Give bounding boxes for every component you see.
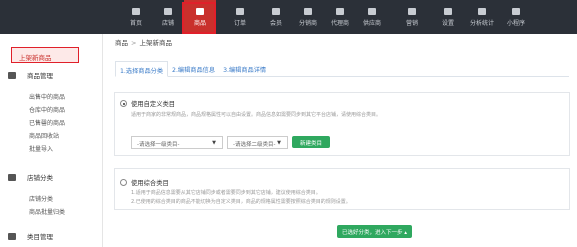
sidebar-group-category-management[interactable]: 类目管理 — [8, 231, 53, 241]
top-navbar: 首页 店铺 商品 订单 会员 分销商 代理商 供应商 营销 设置 分析统计 小程… — [0, 0, 577, 34]
supplier-icon — [368, 7, 376, 15]
sidebar-group-store-category[interactable]: 店铺分类 — [8, 172, 53, 182]
goods-icon — [8, 71, 16, 79]
member-icon — [272, 7, 280, 15]
miniprogram-icon — [512, 7, 520, 15]
gear-icon — [444, 7, 452, 15]
home-icon — [132, 7, 140, 15]
category-icon — [8, 173, 16, 181]
custom-category-desc: 适用于商家的非常规商品，商品规格属性可以自由设置。商品信息如需要同步到其它平台店… — [131, 112, 382, 118]
nav-item-members[interactable]: 会员 — [260, 0, 292, 34]
nav-item-store[interactable]: 店铺 — [152, 0, 184, 34]
tab-select-category[interactable]: 1.选择商品分类 — [115, 61, 169, 77]
sidebar-item-batch-import[interactable]: 批量导入 — [29, 144, 53, 153]
second-level-category-select[interactable]: -请选择二级类目- ▼ — [227, 136, 288, 149]
sidebar-item-batch-categorize[interactable]: 商品批量归类 — [29, 207, 65, 216]
sidebar-group-goods-management[interactable]: 商品管理 — [8, 70, 53, 80]
breadcrumb-separator: > — [131, 39, 137, 47]
general-category-title: 使用综合类目 — [131, 180, 169, 187]
general-category-desc-2: 2.已使用的综合类目的商品不能切换为自定义类目，商品的规格属性需要按照综合类目的… — [131, 199, 351, 205]
nav-item-analytics[interactable]: 分析统计 — [464, 0, 500, 34]
tab-edit-detail[interactable]: 3.编辑商品详情 — [219, 61, 270, 77]
breadcrumb-root[interactable]: 商品 — [115, 39, 128, 47]
logo-area — [0, 0, 101, 34]
next-step-button[interactable]: 已选好分类，进入下一步 ▴ — [337, 225, 412, 238]
marketing-icon — [408, 7, 416, 15]
nav-item-distributors[interactable]: 分销商 — [292, 0, 324, 34]
breadcrumb-current: 上架新商品 — [139, 39, 172, 47]
chevron-down-icon: ▼ — [212, 140, 216, 146]
step-tabs: 1.选择商品分类 2.编辑商品信息 3.编辑商品详情 — [115, 61, 569, 77]
sidebar-item-warehouse[interactable]: 仓库中的商品 — [29, 105, 65, 114]
new-category-button[interactable]: 新建类目 — [292, 136, 330, 148]
nav-item-agents[interactable]: 代理商 — [324, 0, 356, 34]
tab-edit-info[interactable]: 2.编辑商品信息 — [168, 61, 219, 77]
sidebar-item-add-goods[interactable]: 上架新商品 — [11, 47, 79, 63]
nav-highlight-frame — [182, 2, 216, 34]
store-icon — [164, 7, 172, 15]
agent-icon — [336, 7, 344, 15]
breadcrumb: 商品 > 上架新商品 — [115, 37, 172, 47]
nav-item-settings[interactable]: 设置 — [432, 0, 464, 34]
sidebar-item-sold-out[interactable]: 已售罄的商品 — [29, 118, 65, 127]
nav-item-miniprogram[interactable]: 小程序 — [500, 0, 532, 34]
chevron-down-icon: ▼ — [277, 140, 281, 146]
nav-item-orders[interactable]: 订单 — [224, 0, 256, 34]
nav-item-suppliers[interactable]: 供应商 — [356, 0, 388, 34]
first-level-category-select[interactable]: -请选择一级类目- ▼ — [131, 136, 223, 149]
general-category-radio[interactable] — [120, 179, 127, 186]
custom-category-radio[interactable] — [120, 100, 127, 107]
distributor-icon — [304, 7, 312, 15]
general-category-desc-1: 1.适用于商品信息需要从其它店铺同步或者需要同步到其它店铺，建议使用综合类目。 — [131, 190, 321, 196]
custom-category-title: 使用自定义类目 — [131, 101, 176, 108]
sidebar-item-store-category[interactable]: 店铺分类 — [29, 194, 53, 203]
chart-icon — [478, 7, 486, 15]
sidebar-item-on-sale[interactable]: 出售中的商品 — [29, 92, 65, 101]
order-icon — [236, 7, 244, 15]
nav-item-home[interactable]: 首页 — [120, 0, 152, 34]
nav-item-marketing[interactable]: 营销 — [396, 0, 428, 34]
sidebar-item-recycle-bin[interactable]: 商品回收站 — [29, 131, 59, 140]
folder-icon — [8, 232, 16, 240]
